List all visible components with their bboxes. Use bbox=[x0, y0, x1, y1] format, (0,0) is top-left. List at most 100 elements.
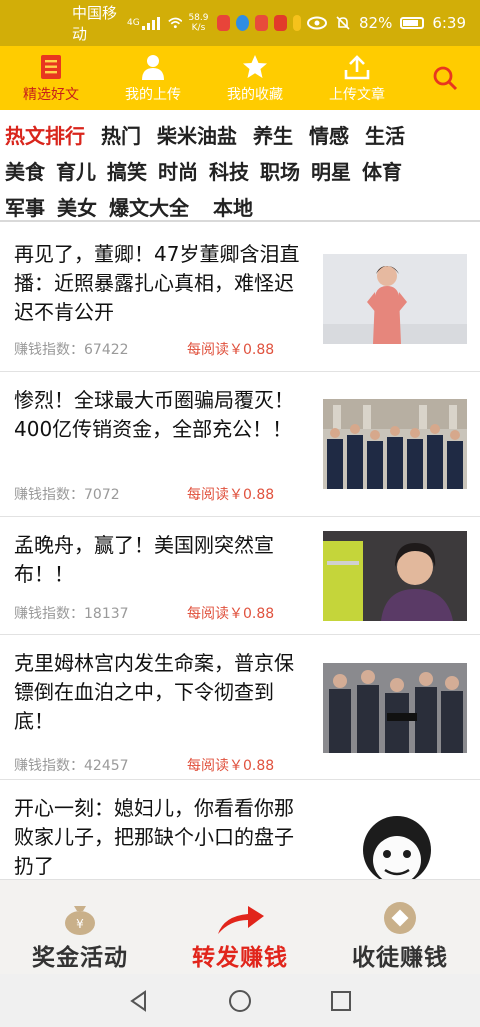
category-beauty[interactable]: 美女 bbox=[57, 192, 97, 221]
network-speed-unit: K/s bbox=[191, 23, 206, 33]
article-title: 开心一刻：媳妇儿，你看看你那败家儿子，把那缺个小口的盘子扔了 bbox=[14, 796, 294, 878]
category-lifestyle[interactable]: 生活 bbox=[365, 120, 405, 149]
category-military[interactable]: 军事 bbox=[5, 192, 45, 221]
earning-index-label: 赚钱指数： bbox=[14, 758, 84, 774]
share-earn-label: 转发赚钱 bbox=[192, 945, 288, 971]
article-thumbnail bbox=[323, 531, 467, 621]
category-funny[interactable]: 搞笑 bbox=[107, 156, 147, 185]
category-fashion[interactable]: 时尚 bbox=[158, 156, 198, 185]
search-button[interactable] bbox=[410, 46, 480, 110]
category-emotion[interactable]: 情感 bbox=[309, 120, 349, 149]
status-bar: 中国移动 4G 58.9 K/s 82% 6:39 bbox=[0, 0, 480, 46]
tab-featured[interactable]: 精选好文 bbox=[0, 46, 102, 110]
article-item[interactable]: 再见了，董卿！47岁董卿含泪直播：近照暴露扎心真相，难怪迟迟不肯公开 赚钱指数：… bbox=[0, 226, 480, 372]
recents-icon[interactable] bbox=[330, 990, 352, 1012]
category-daily-life[interactable]: 柴米油盐 bbox=[157, 120, 237, 149]
earning-index-label: 赚钱指数： bbox=[14, 606, 84, 622]
bottom-action-bar: ¥ 奖金活动 转发赚钱 收徒赚钱 bbox=[0, 879, 480, 974]
app-notification-icon bbox=[235, 15, 249, 31]
network-speed: 58.9 K/s bbox=[188, 13, 208, 33]
back-icon[interactable] bbox=[128, 989, 150, 1012]
article-title: 孟晚舟，赢了！美国刚突然宣布！！ bbox=[14, 533, 274, 586]
category-sports[interactable]: 体育 bbox=[362, 156, 402, 185]
reward-per-read: 每阅读￥0.88 bbox=[187, 758, 275, 774]
article-list: 再见了，董卿！47岁董卿含泪直播：近照暴露扎心真相，难怪迟迟不肯公开 赚钱指数：… bbox=[0, 226, 480, 879]
app-notification-icon bbox=[273, 15, 287, 31]
article-thumbnail bbox=[323, 399, 467, 489]
network-speed-value: 58.9 bbox=[188, 13, 209, 23]
earning-index-value: 67422 bbox=[84, 342, 129, 358]
carrier-name: 中国移动 bbox=[72, 4, 118, 43]
home-icon[interactable] bbox=[228, 989, 252, 1013]
user-icon bbox=[141, 52, 165, 82]
category-celebrity[interactable]: 明星 bbox=[311, 156, 351, 185]
article-item[interactable]: 孟晚舟，赢了！美国刚突然宣布！！ 赚钱指数：18137 每阅读￥0.88 bbox=[0, 517, 480, 635]
document-list-icon bbox=[40, 52, 62, 82]
category-tech[interactable]: 科技 bbox=[209, 156, 249, 185]
article-title: 再见了，董卿！47岁董卿含泪直播：近照暴露扎心真相，难怪迟迟不肯公开 bbox=[14, 242, 300, 324]
earning-index: 赚钱指数：67422 bbox=[14, 339, 129, 359]
app-notification-icon bbox=[216, 15, 230, 31]
battery-percent: 82% bbox=[358, 14, 393, 32]
article-title: 惨烈！全球最大币圈骗局覆灭！400亿传销资金，全部充公！！ bbox=[14, 388, 294, 441]
bonus-activity-label: 奖金活动 bbox=[32, 945, 128, 971]
tab-my-uploads[interactable]: 我的上传 bbox=[102, 46, 204, 110]
article-title: 克里姆林宫内发生命案，普京保镖倒在血泊之中，下令彻查到底！ bbox=[14, 651, 294, 733]
earning-index: 赚钱指数：7072 bbox=[14, 484, 120, 504]
star-icon bbox=[242, 52, 268, 82]
category-parenting[interactable]: 育儿 bbox=[56, 156, 96, 185]
earning-index-value: 7072 bbox=[84, 487, 120, 503]
mute-bell-icon bbox=[336, 16, 350, 30]
tab-my-uploads-label: 我的上传 bbox=[125, 87, 181, 103]
category-food[interactable]: 美食 bbox=[5, 156, 45, 185]
article-thumbnail bbox=[323, 663, 467, 753]
tab-my-favorites[interactable]: 我的收藏 bbox=[204, 46, 306, 110]
clock: 6:39 bbox=[432, 14, 467, 32]
category-viral-articles[interactable]: 爆文大全 bbox=[109, 192, 189, 221]
bonus-activity-button[interactable]: ¥ 奖金活动 bbox=[0, 880, 160, 974]
earning-index: 赚钱指数：18137 bbox=[14, 603, 129, 623]
tab-upload-article-label: 上传文章 bbox=[329, 87, 385, 103]
app-notification-icon bbox=[254, 15, 268, 31]
article-thumbnail bbox=[323, 254, 467, 344]
battery-icon bbox=[400, 17, 425, 29]
search-icon bbox=[433, 66, 458, 91]
earning-index-value: 42457 bbox=[84, 758, 129, 774]
reward-per-read: 每阅读￥0.88 bbox=[187, 487, 275, 503]
earning-index: 赚钱指数：42457 bbox=[14, 755, 129, 775]
eye-icon bbox=[306, 16, 327, 30]
wifi-icon bbox=[168, 17, 183, 29]
category-row: 军事 美女 爆文大全 本地 bbox=[5, 188, 480, 224]
article-item[interactable]: 惨烈！全球最大币圈骗局覆灭！400亿传销资金，全部充公！！ 赚钱指数：7072 … bbox=[0, 372, 480, 517]
category-row: 美食 育儿 搞笑 时尚 科技 职场 明星 体育 bbox=[5, 152, 480, 188]
earning-index-label: 赚钱指数： bbox=[14, 487, 84, 503]
category-health[interactable]: 养生 bbox=[253, 120, 293, 149]
signal-icon bbox=[141, 16, 160, 30]
share-arrow-icon bbox=[212, 900, 268, 936]
tab-featured-label: 精选好文 bbox=[23, 87, 79, 103]
article-item[interactable]: 克里姆林宫内发生命案，普京保镖倒在血泊之中，下令彻查到底！ 赚钱指数：42457… bbox=[0, 635, 480, 780]
article-item[interactable]: 开心一刻：媳妇儿，你看看你那败家儿子，把那缺个小口的盘子扔了 bbox=[0, 780, 480, 879]
category-filter: 热文排行 热门 柴米油盐 养生 情感 生活 美食 育儿 搞笑 时尚 科技 职场 … bbox=[0, 110, 480, 222]
reward-per-read: 每阅读￥0.88 bbox=[187, 342, 275, 358]
category-local[interactable]: 本地 bbox=[213, 192, 253, 221]
earning-index-value: 18137 bbox=[84, 606, 129, 622]
recruit-earn-label: 收徒赚钱 bbox=[352, 945, 448, 971]
system-nav-bar bbox=[0, 974, 480, 1027]
upload-icon bbox=[344, 52, 370, 82]
article-thumbnail bbox=[323, 810, 467, 879]
recruit-earn-button[interactable]: 收徒赚钱 bbox=[320, 880, 480, 974]
category-popular[interactable]: 热门 bbox=[101, 120, 141, 149]
category-row: 热文排行 热门 柴米油盐 养生 情感 生活 bbox=[5, 116, 480, 152]
earning-index-label: 赚钱指数： bbox=[14, 342, 84, 358]
reward-per-read: 每阅读￥0.88 bbox=[187, 606, 275, 622]
category-hot-ranking[interactable]: 热文排行 bbox=[5, 120, 85, 149]
tab-my-favorites-label: 我的收藏 bbox=[227, 87, 283, 103]
network-type: 4G bbox=[127, 18, 140, 28]
svg-text:¥: ¥ bbox=[76, 917, 84, 931]
share-earn-button[interactable]: 转发赚钱 bbox=[160, 880, 320, 974]
top-nav: 精选好文 我的上传 我的收藏 上传文章 bbox=[0, 46, 480, 110]
coin-icon bbox=[382, 900, 418, 936]
category-career[interactable]: 职场 bbox=[260, 156, 300, 185]
tab-upload-article[interactable]: 上传文章 bbox=[306, 46, 408, 110]
